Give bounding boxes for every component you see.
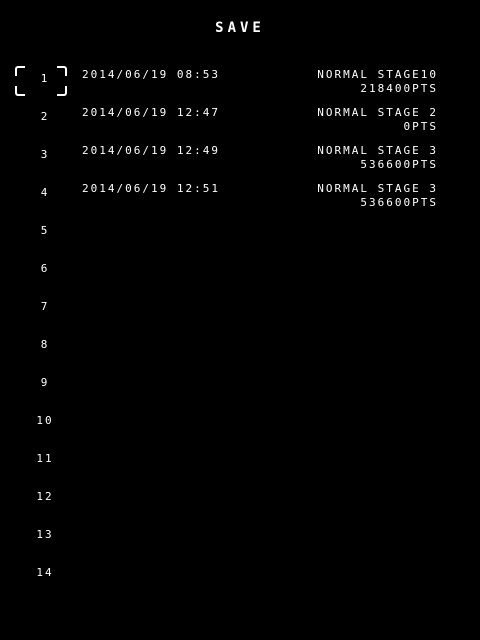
save-date: 2014/06/19 08:53 <box>82 68 220 81</box>
save-slot-2[interactable]: 2 2014/06/19 12:47 NORMAL STAGE 2 0PTS <box>0 100 480 138</box>
save-slot-10[interactable]: 10 <box>0 404 480 442</box>
save-date: 2014/06/19 12:47 <box>82 106 220 119</box>
save-score: 536600PTS <box>360 158 438 171</box>
save-slot-8[interactable]: 8 <box>0 328 480 366</box>
slot-number: 6 <box>40 262 50 275</box>
slot-number: 4 <box>40 186 50 199</box>
save-entry: 2014/06/19 12:47 NORMAL STAGE 2 0PTS <box>82 106 438 134</box>
save-slot-4[interactable]: 4 2014/06/19 12:51 NORMAL STAGE 3 536600PTS <box>0 176 480 214</box>
save-slot-11[interactable]: 11 <box>0 442 480 480</box>
slot-number: 2 <box>40 110 50 123</box>
slot-number: 11 <box>36 452 54 465</box>
save-stage: NORMAL STAGE 2 <box>317 106 438 119</box>
save-stage: NORMAL STAGE 3 <box>317 144 438 157</box>
slot-number: 7 <box>40 300 50 313</box>
save-entry: 2014/06/19 12:51 NORMAL STAGE 3 536600PTS <box>82 182 438 210</box>
save-score: 536600PTS <box>360 196 438 209</box>
slot-number: 8 <box>40 338 50 351</box>
save-stage: NORMAL STAGE10 <box>317 68 438 81</box>
slot-number: 9 <box>40 376 50 389</box>
save-slot-list: 1 2014/06/19 08:53 NORMAL STAGE10 218400PTS… <box>0 62 480 594</box>
save-entry: 2014/06/19 08:53 NORMAL STAGE10 218400PTS <box>82 68 438 96</box>
save-stage: NORMAL STAGE 3 <box>317 182 438 195</box>
slot-number: 3 <box>40 148 50 161</box>
save-score: 0PTS <box>403 120 438 133</box>
save-date: 2014/06/19 12:49 <box>82 144 220 157</box>
slot-number: 1 <box>40 72 50 85</box>
save-slot-13[interactable]: 13 <box>0 518 480 556</box>
slot-number: 12 <box>36 490 54 503</box>
save-slot-6[interactable]: 6 <box>0 252 480 290</box>
screen-title: SAVE <box>215 20 265 36</box>
save-slot-1[interactable]: 1 2014/06/19 08:53 NORMAL STAGE10 218400PTS <box>0 62 480 100</box>
save-slot-5[interactable]: 5 <box>0 214 480 252</box>
slot-number: 13 <box>36 528 54 541</box>
slot-number: 10 <box>36 414 54 427</box>
save-slot-12[interactable]: 12 <box>0 480 480 518</box>
save-slot-14[interactable]: 14 <box>0 556 480 594</box>
save-slot-9[interactable]: 9 <box>0 366 480 404</box>
save-score: 218400PTS <box>360 82 438 95</box>
save-slot-3[interactable]: 3 2014/06/19 12:49 NORMAL STAGE 3 536600PTS <box>0 138 480 176</box>
save-entry: 2014/06/19 12:49 NORMAL STAGE 3 536600PTS <box>82 144 438 172</box>
slot-number: 5 <box>40 224 50 237</box>
save-slot-7[interactable]: 7 <box>0 290 480 328</box>
save-date: 2014/06/19 12:51 <box>82 182 220 195</box>
slot-number: 14 <box>36 566 54 579</box>
